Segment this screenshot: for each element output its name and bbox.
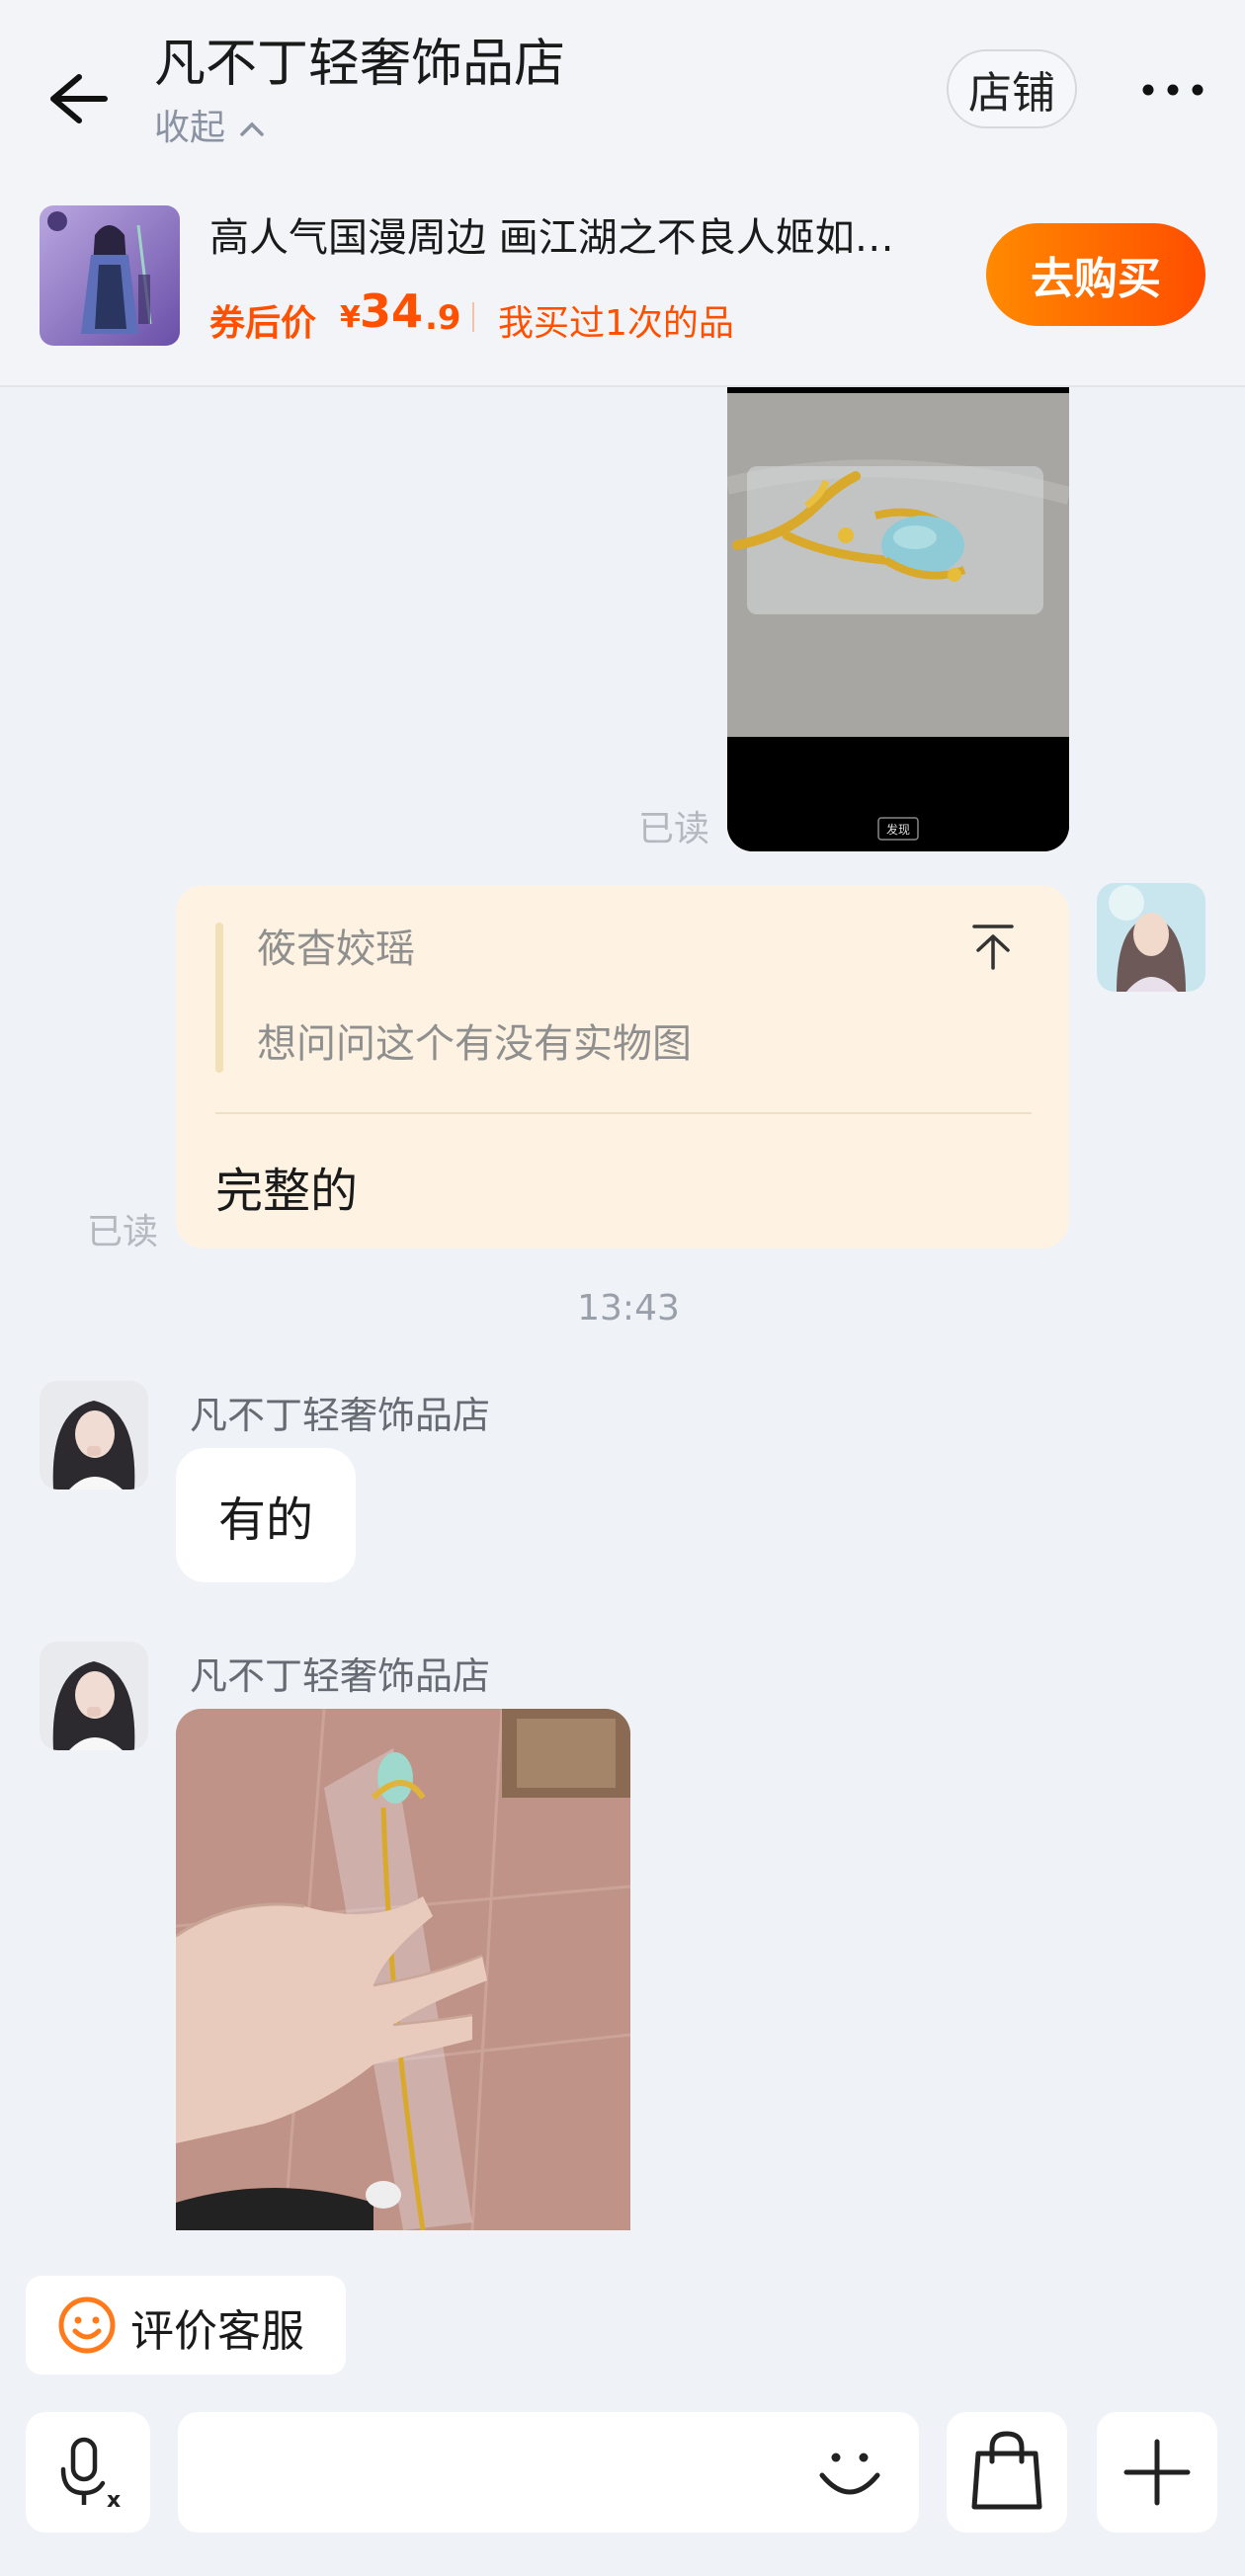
smile-face-icon (58, 2296, 116, 2354)
price-decimal: .9 (425, 298, 461, 338)
reply-text: 完整的 (215, 1164, 359, 1219)
more-button[interactable] (1136, 65, 1209, 115)
product-title[interactable]: 高人气国漫周边 画江湖之不良人姬如… (209, 205, 970, 263)
chevron-up-icon (240, 121, 265, 136)
more-dots-icon (1142, 84, 1204, 96)
bought-before-note: 我买过1次的品 (498, 303, 734, 344)
arrow-left-icon (50, 74, 108, 123)
sender-name: 凡不丁轻奢饰品店 (190, 1394, 491, 1437)
price-integer: 34 (360, 284, 424, 338)
quote-separator (215, 1112, 1032, 1114)
sender-name: 凡不丁轻奢饰品店 (190, 1654, 491, 1698)
product-image (40, 205, 180, 346)
mic-translate-icon: x (60, 2437, 121, 2513)
hairpin-photo: 发现 (727, 387, 1069, 851)
message-timestamp: 13:43 (577, 1288, 680, 1328)
read-receipt: 已读 (87, 1212, 159, 1252)
quote-accent-bar (215, 923, 223, 1073)
image-caption: 发现 (886, 822, 910, 837)
rate-service-label: 评价客服 (130, 2306, 304, 2357)
buy-button[interactable]: 去购买 (986, 223, 1205, 326)
emoji-button[interactable] (808, 2432, 891, 2515)
quoted-text: 想问问这个有没有实物图 (257, 1021, 692, 1067)
price-divider (472, 302, 474, 332)
hand-holding-hairpin-photo (176, 1709, 630, 2230)
product-bag-button[interactable] (947, 2412, 1067, 2533)
arrow-up-to-top-icon (972, 925, 1014, 970)
more-actions-button[interactable] (1097, 2412, 1217, 2533)
product-thumbnail[interactable] (40, 205, 180, 346)
shop-title: 凡不丁轻奢饰品店 (154, 35, 566, 94)
my-avatar[interactable] (1097, 883, 1205, 992)
shopping-bag-icon (971, 2431, 1042, 2510)
plus-icon (1123, 2439, 1191, 2506)
shop-avatar-image (40, 1381, 148, 1489)
quoted-sender: 筱杳姣瑶 (257, 926, 415, 972)
shop-button[interactable]: 店铺 (947, 49, 1077, 128)
collapse-label: 收起 (154, 108, 226, 148)
read-receipt: 已读 (638, 809, 710, 849)
price-currency: ¥ (340, 300, 361, 335)
shop-avatar[interactable] (40, 1642, 148, 1750)
avatar-image (1097, 883, 1205, 992)
text-message-bubble[interactable]: 有的 (176, 1448, 356, 1582)
received-image-message[interactable] (176, 1709, 630, 2230)
voice-input-button[interactable]: x (26, 2412, 150, 2533)
shop-avatar[interactable] (40, 1381, 148, 1489)
emoji-face-icon (819, 2453, 880, 2495)
svg-text:x: x (107, 2488, 121, 2513)
collapse-toggle[interactable]: 收起 (154, 99, 266, 150)
back-button[interactable] (40, 63, 119, 134)
coupon-price-label: 券后价 (209, 303, 317, 344)
jump-to-quote-button[interactable] (966, 919, 1020, 974)
sent-image-message[interactable]: 发现 (727, 387, 1069, 851)
shop-avatar-image (40, 1642, 148, 1750)
